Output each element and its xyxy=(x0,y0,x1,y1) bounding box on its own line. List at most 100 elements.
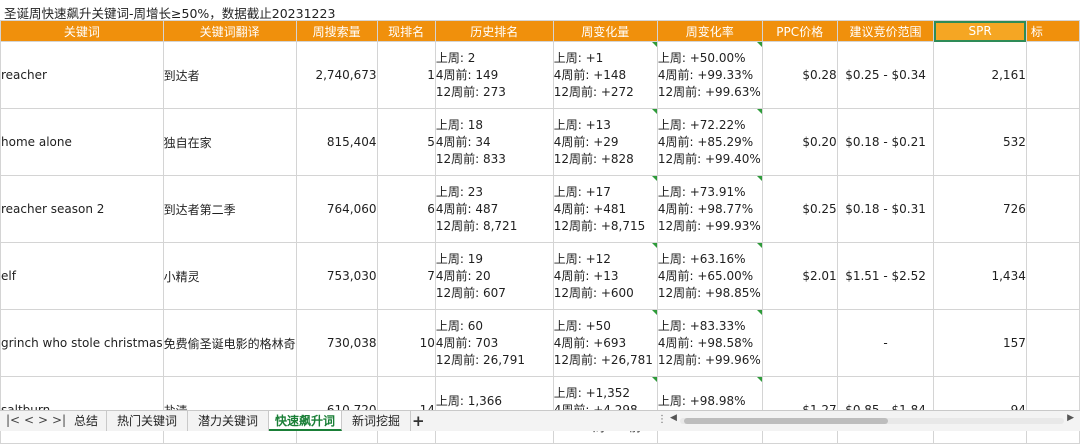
bid-cell[interactable]: - xyxy=(836,309,935,377)
change-cell-line: 12周前: +600 xyxy=(553,285,634,300)
spr-cell[interactable]: 157 xyxy=(933,309,1027,377)
change-cell[interactable]: 上周: +12 4周前: +13 12周前: +600 xyxy=(552,242,658,310)
prev-sheet-icon[interactable]: < xyxy=(24,413,34,427)
rate-cell[interactable]: 上周: +50.00% 4周前: +99.33% 12周前: +99.63% xyxy=(656,41,763,109)
bid-cell[interactable]: $0.18 - $0.31 xyxy=(836,175,935,243)
rank-cell[interactable]: 10 xyxy=(376,309,436,377)
ppc-cell[interactable]: $0.20 xyxy=(761,108,838,176)
col-header-volume[interactable]: 周搜索量 xyxy=(295,20,378,42)
rank-cell[interactable]: 7 xyxy=(376,242,436,310)
next-sheet-icon[interactable]: > xyxy=(38,413,48,427)
scroll-thumb[interactable] xyxy=(684,418,888,424)
bid-cell[interactable]: $1.51 - $2.52 xyxy=(836,242,935,310)
col-header-ppc[interactable]: PPC价格 xyxy=(761,20,838,42)
partial-cell[interactable] xyxy=(1025,41,1080,109)
keyword-cell[interactable]: grinch who stole christmas xyxy=(0,309,164,377)
change-cell[interactable]: 上周: +1 4周前: +148 12周前: +272 xyxy=(552,41,658,109)
rank-cell[interactable]: 1 xyxy=(376,41,436,109)
tab-new-words[interactable]: 新词挖掘 xyxy=(342,411,411,431)
spr-cell[interactable]: 1,434 xyxy=(933,242,1027,310)
volume-cell[interactable]: 764,060 xyxy=(295,175,378,243)
comment-marker-icon[interactable] xyxy=(651,310,657,315)
volume-cell[interactable]: 2,740,673 xyxy=(295,41,378,109)
rank-cell[interactable]: 5 xyxy=(376,108,436,176)
partial-cell[interactable] xyxy=(1025,175,1080,243)
col-header-spr[interactable]: SPR xyxy=(933,20,1027,42)
translation-cell[interactable]: 独自在家 xyxy=(162,108,297,176)
comment-marker-icon[interactable] xyxy=(756,109,762,114)
col-header-partial[interactable]: 标 xyxy=(1025,20,1080,42)
volume-cell[interactable]: 730,038 xyxy=(295,309,378,377)
scroll-left-icon[interactable]: ◀ xyxy=(670,413,677,423)
bid-cell[interactable]: $0.25 - $0.34 xyxy=(836,41,935,109)
change-cell[interactable]: 上周: +13 4周前: +29 12周前: +828 xyxy=(552,108,658,176)
keyword-cell[interactable]: reacher season 2 xyxy=(0,175,164,243)
change-cell[interactable]: 上周: +50 4周前: +693 12周前: +26,781 xyxy=(552,309,658,377)
last-sheet-icon[interactable]: >| xyxy=(52,413,66,427)
ppc-cell[interactable]: $0.25 xyxy=(761,175,838,243)
scroll-track[interactable] xyxy=(680,418,1064,424)
comment-marker-icon[interactable] xyxy=(651,176,657,181)
change-cell[interactable]: 上周: +17 4周前: +481 12周前: +8,715 xyxy=(552,175,658,243)
ppc-cell[interactable]: $2.01 xyxy=(761,242,838,310)
volume-cell[interactable]: 815,404 xyxy=(295,108,378,176)
comment-marker-icon[interactable] xyxy=(651,377,657,382)
translation-cell[interactable]: 免费偷圣诞电影的格林奇 xyxy=(162,309,297,377)
keyword-cell[interactable]: reacher xyxy=(0,41,164,109)
change-cell-line: 上周: +17 xyxy=(553,184,611,199)
rate-cell[interactable]: 上周: +72.22% 4周前: +85.29% 12周前: +99.40% xyxy=(656,108,763,176)
translation-cell[interactable]: 到达者 xyxy=(162,41,297,109)
tab-summary[interactable]: 总结 xyxy=(66,411,107,431)
keyword-cell[interactable]: elf xyxy=(0,242,164,310)
scroll-right-icon[interactable]: ▶ xyxy=(1067,413,1074,423)
rate-cell-line: 上周: +63.16% xyxy=(657,251,746,266)
rate-cell[interactable]: 上周: +63.16% 4周前: +65.00% 12周前: +98.85% xyxy=(656,242,763,310)
comment-marker-icon[interactable] xyxy=(651,42,657,47)
horizontal-scrollbar[interactable]: ◀ ▶ xyxy=(670,413,1074,426)
comment-marker-icon[interactable] xyxy=(756,377,762,382)
col-header-keyword[interactable]: 关键词 xyxy=(0,20,164,42)
bid-cell[interactable]: $0.18 - $0.21 xyxy=(836,108,935,176)
history-cell[interactable]: 上周: 18 4周前: 34 12周前: 833 xyxy=(434,108,554,176)
comment-marker-icon[interactable] xyxy=(651,243,657,248)
history-cell[interactable]: 上周: 19 4周前: 20 12周前: 607 xyxy=(434,242,554,310)
col-header-change[interactable]: 周变化量 xyxy=(552,20,658,42)
spr-cell[interactable]: 726 xyxy=(933,175,1027,243)
rate-cell[interactable]: 上周: +83.33% 4周前: +98.58% 12周前: +99.96% xyxy=(656,309,763,377)
history-cell-line: 上周: 60 xyxy=(435,318,483,333)
partial-cell[interactable] xyxy=(1025,309,1080,377)
col-header-rate[interactable]: 周变化率 xyxy=(656,20,763,42)
history-cell-line: 上周: 18 xyxy=(435,117,483,132)
volume-cell[interactable]: 753,030 xyxy=(295,242,378,310)
translation-cell[interactable]: 小精灵 xyxy=(162,242,297,310)
more-tabs-icon[interactable]: ⋮ xyxy=(657,414,668,425)
tab-potential-keywords[interactable]: 潜力关键词 xyxy=(188,411,269,431)
ppc-cell[interactable] xyxy=(761,309,838,377)
rate-cell[interactable]: 上周: +73.91% 4周前: +98.77% 12周前: +99.93% xyxy=(656,175,763,243)
history-cell[interactable]: 上周: 60 4周前: 703 12周前: 26,791 xyxy=(434,309,554,377)
partial-cell[interactable] xyxy=(1025,108,1080,176)
rank-cell[interactable]: 6 xyxy=(376,175,436,243)
ppc-cell[interactable]: $0.28 xyxy=(761,41,838,109)
translation-cell[interactable]: 到达者第二季 xyxy=(162,175,297,243)
col-header-translation[interactable]: 关键词翻译 xyxy=(162,20,297,42)
comment-marker-icon[interactable] xyxy=(756,42,762,47)
first-sheet-icon[interactable]: |< xyxy=(6,413,20,427)
add-sheet-icon[interactable]: + xyxy=(412,411,425,431)
col-header-rank[interactable]: 现排名 xyxy=(376,20,436,42)
partial-cell[interactable] xyxy=(1025,242,1080,310)
comment-marker-icon[interactable] xyxy=(756,310,762,315)
tab-fast-rising[interactable]: 快速飙升词 xyxy=(269,411,342,431)
col-header-history[interactable]: 历史排名 xyxy=(434,20,554,42)
change-cell-line: 4周前: +693 xyxy=(553,335,627,350)
tab-hot-keywords[interactable]: 热门关键词 xyxy=(107,411,188,431)
spr-cell[interactable]: 2,161 xyxy=(933,41,1027,109)
spr-cell[interactable]: 532 xyxy=(933,108,1027,176)
comment-marker-icon[interactable] xyxy=(756,243,762,248)
history-cell[interactable]: 上周: 2 4周前: 149 12周前: 273 xyxy=(434,41,554,109)
keyword-cell[interactable]: home alone xyxy=(0,108,164,176)
comment-marker-icon[interactable] xyxy=(756,176,762,181)
col-header-bid[interactable]: 建议竞价范围 xyxy=(836,20,935,42)
comment-marker-icon[interactable] xyxy=(651,109,657,114)
history-cell[interactable]: 上周: 23 4周前: 487 12周前: 8,721 xyxy=(434,175,554,243)
